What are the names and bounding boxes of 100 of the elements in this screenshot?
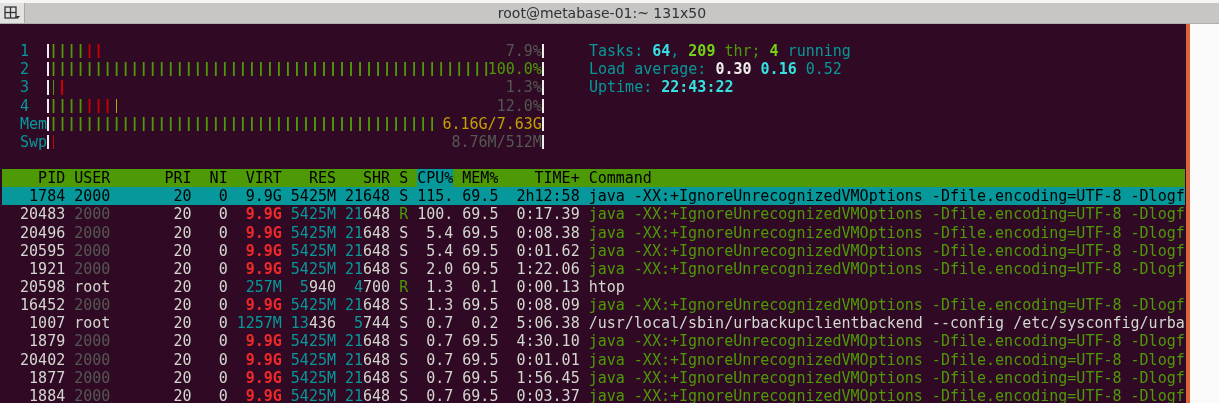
time-cell-text: 0:17.39: [515, 205, 580, 224]
state-cell: S: [399, 332, 409, 351]
priority-cell-text: 20: [172, 259, 192, 279]
pid-cell-text: 20595: [19, 241, 66, 260]
mem-cell: 69.5: [462, 350, 499, 369]
column-header[interactable]: MEM%: [462, 169, 499, 188]
meter-label: Swp: [20, 132, 48, 151]
column-header[interactable]: RES: [290, 169, 336, 188]
res-cell: 5425M: [290, 296, 336, 315]
terminal-split-icon[interactable]: [3, 5, 21, 21]
shr-cell: 21648: [345, 241, 391, 260]
shr-cell: 21648: [345, 386, 391, 403]
shr-cell-text: 5744: [353, 314, 391, 333]
virt-cell-text: 9.9G: [244, 350, 282, 369]
cpu-cell-text: 0.7: [425, 368, 454, 387]
pid-cell-text: 16452: [19, 296, 66, 315]
time-cell-text: 2h12:58: [515, 187, 580, 206]
pid-cell-text: 1921: [28, 259, 66, 279]
time-cell-text: 0:00.13: [515, 278, 580, 297]
user-cell-text: 2000: [74, 259, 112, 279]
cpu-cell-text: 2.0: [425, 259, 454, 279]
state-cell: S: [399, 187, 409, 206]
time-cell-text: 1:22.06: [515, 259, 580, 279]
nice-cell-text: 0: [217, 205, 228, 224]
nice-cell-text: 0: [217, 386, 228, 403]
nice-cell-text: 0: [217, 350, 228, 369]
state-cell: S: [399, 368, 409, 387]
priority-cell-text: 20: [172, 314, 192, 333]
column-header[interactable]: TIME+: [507, 169, 580, 188]
shr-cell: 21648: [345, 205, 391, 224]
command-cell: java -XX:+IgnoreUnrecognizedVMOptions -Dfile.encoding=UTF-8 -Dlogf: [588, 223, 1185, 242]
mem-cell: 69.5: [462, 259, 499, 279]
time-cell-text: 0:03.37: [515, 386, 580, 403]
virt-cell-text: 257M: [244, 278, 282, 297]
cpu-cell-text: 0.7: [425, 350, 454, 369]
column-header[interactable]: PRI: [164, 169, 192, 188]
shr-cell: 21648: [345, 350, 391, 369]
state-cell: S: [399, 259, 409, 279]
priority-cell-text: 20: [172, 332, 192, 351]
column-header[interactable]: SHR: [345, 169, 391, 188]
pid-cell-text: 20496: [19, 223, 66, 242]
cpu-cell-text: 1.3: [425, 296, 454, 315]
virt-cell-text: 9.9G: [244, 187, 282, 206]
command-cell: java -XX:+IgnoreUnrecognizedVMOptions -Dfile.encoding=UTF-8 -Dlogf: [588, 241, 1185, 260]
time-cell-text: 5:06.38: [515, 314, 580, 333]
tasks-summary: Tasks: 64, 209 thr; 4 running: [589, 42, 852, 61]
pid-cell-text: 20598: [19, 278, 66, 297]
time-cell-text: 0:08.38: [515, 223, 580, 242]
time-cell-text: 4:30.10: [515, 332, 580, 351]
res-cell: 5425M: [290, 187, 336, 206]
meter-label: 3: [20, 78, 31, 97]
res-cell: 5425M: [290, 332, 336, 351]
res-cell: 5425M: [290, 223, 336, 242]
column-header[interactable]: S: [399, 169, 409, 188]
nice-cell-text: 0: [217, 241, 228, 260]
command-cell: java -XX:+IgnoreUnrecognizedVMOptions -Dfile.encoding=UTF-8 -Dlogf: [588, 332, 1185, 351]
user-cell-text: 2000: [74, 296, 112, 315]
pid-cell-text: 1784: [28, 187, 66, 206]
user-cell-text: 2000: [74, 223, 112, 242]
mem-cell: 69.5: [462, 241, 499, 260]
virt-cell-text: 9.9G: [244, 223, 282, 242]
state-cell: S: [399, 241, 409, 260]
virt-cell-text: 9.9G: [244, 368, 282, 387]
nice-cell-text: 0: [217, 278, 228, 297]
state-cell: S: [399, 386, 409, 403]
meter-label: 4: [20, 96, 31, 115]
mem-cell: 69.5: [462, 187, 499, 206]
priority-cell-text: 20: [172, 205, 192, 224]
time-cell-text: 1:56.45: [515, 368, 580, 387]
uptime: Uptime: 22:43:22: [589, 78, 735, 97]
column-header[interactable]: Command: [588, 169, 1185, 188]
meter-label: Mem: [20, 114, 48, 133]
pid-cell-text: 20402: [19, 350, 66, 369]
state-cell: R: [399, 278, 409, 297]
virt-cell-text: 9.9G: [244, 259, 282, 279]
meter-reading: 1.3%: [505, 80, 542, 95]
cpu-cell-text: 5.4: [425, 241, 454, 260]
column-header[interactable]: NI: [200, 169, 228, 188]
meter-label: 2: [20, 60, 31, 79]
meter-reading: 12.0%: [496, 98, 542, 113]
priority-cell-text: 20: [172, 223, 192, 242]
meter-reading: 7.9%: [505, 44, 542, 59]
command-cell: java -XX:+IgnoreUnrecognizedVMOptions -Dfile.encoding=UTF-8 -Dlogf: [588, 368, 1185, 387]
user-cell-text: 2000: [74, 368, 112, 387]
res-cell: 5425M: [290, 350, 336, 369]
cpu-cell: 100.: [417, 205, 454, 224]
column-header[interactable]: PID: [2, 169, 66, 188]
user-cell-text: 2000: [74, 350, 112, 369]
selected-process-row[interactable]: 1784 2000 20 0 9.9G 5425M 21648 S 115. 69.5 2h12:58 java -XX:+IgnoreUnrecognizedVMOptions -Dfile.encoding=UTF-8 -Dlogf: [2, 187, 1185, 206]
column-header[interactable]: USER: [74, 169, 156, 188]
cpu-cell-text: 5.4: [425, 223, 454, 242]
nice-cell-text: 0: [217, 296, 228, 315]
column-header[interactable]: CPU%: [417, 169, 454, 188]
user-cell-text: root: [74, 314, 112, 333]
nice-cell-text: 0: [217, 332, 228, 351]
mem-cell: 69.5: [462, 205, 499, 224]
column-header[interactable]: VIRT: [236, 169, 282, 188]
user-cell-text: 2000: [74, 205, 112, 224]
shr-cell-text: 4700: [353, 278, 391, 297]
shr-cell: 21648: [345, 187, 391, 206]
